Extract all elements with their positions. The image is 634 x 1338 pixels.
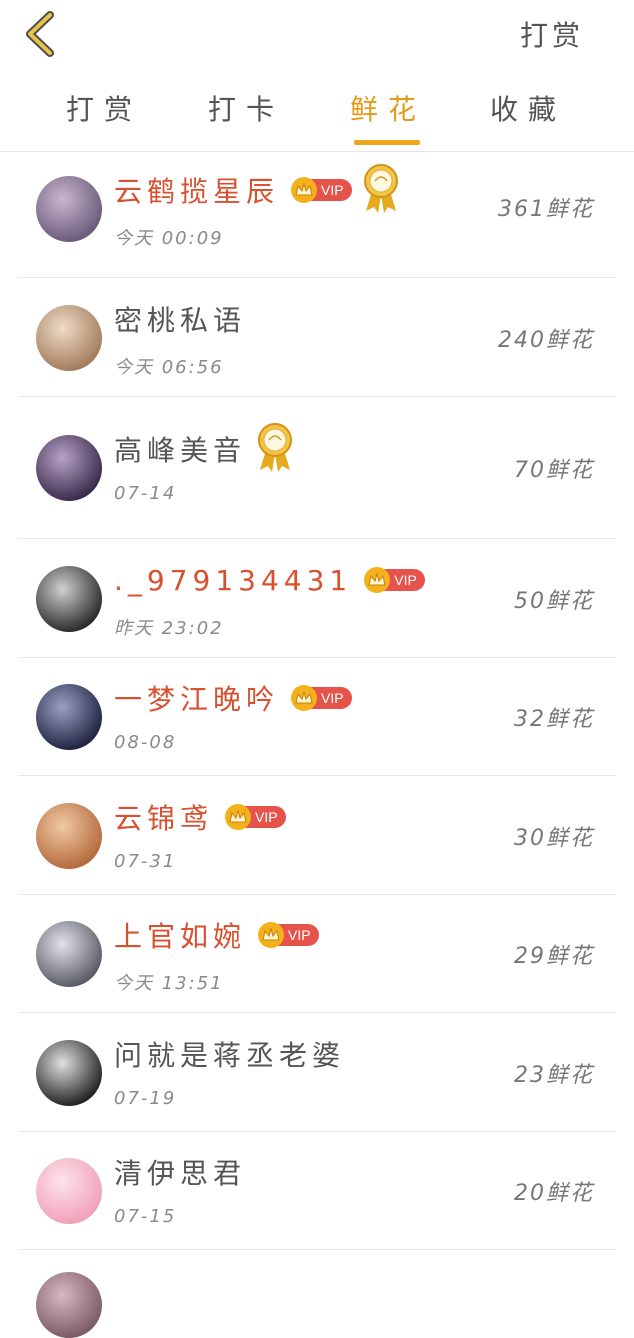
avatar[interactable] (36, 1040, 102, 1106)
list-item[interactable]: 一梦江晚吟 VIP 08-08 32鲜花 (18, 658, 616, 776)
avatar[interactable] (36, 803, 102, 869)
user-name[interactable]: ._979134431 (114, 564, 352, 597)
list-item[interactable]: 问就是蒋丞老婆 07-19 23鲜花 (18, 1013, 616, 1132)
flower-count: 32鲜花 (514, 707, 594, 732)
user-name[interactable]: 云鹤揽星辰 (114, 170, 279, 210)
user-name[interactable]: 云锦鸢 (114, 797, 213, 837)
vip-badge: VIP (225, 804, 286, 830)
back-button[interactable] (20, 10, 64, 58)
list-item[interactable] (18, 1250, 616, 1338)
crown-icon (225, 804, 252, 830)
flower-count: 50鲜花 (514, 589, 594, 614)
user-name-line: 云鹤揽星辰 VIP (114, 164, 400, 213)
vip-badge: VIP (291, 177, 352, 203)
user-name[interactable]: 问就是蒋丞老婆 (114, 1034, 345, 1074)
reward-action-button[interactable]: 打赏 (520, 14, 584, 54)
tab-favorites[interactable]: 收藏 (468, 88, 588, 148)
list-item[interactable]: 密桃私语今天 06:56 240鲜花 (18, 278, 616, 397)
timestamp: 08-08 (114, 732, 177, 753)
crown-icon (291, 177, 318, 203)
avatar[interactable] (36, 176, 102, 242)
vip-badge: VIP (364, 567, 425, 593)
list-item[interactable]: 清伊思君 07-15 20鲜花 (18, 1132, 616, 1250)
user-name[interactable]: 一梦江晚吟 (114, 678, 279, 718)
avatar[interactable] (36, 566, 102, 632)
timestamp: 今天 13:51 (114, 973, 224, 994)
user-name[interactable]: 密桃私语 (114, 299, 246, 339)
user-name-line: 上官如婉 VIP (114, 915, 319, 955)
flower-count: 30鲜花 (514, 826, 594, 851)
list-item[interactable]: 高峰美音 07-14 70鲜花 (18, 397, 616, 539)
user-name-line: ._979134431 VIP (114, 560, 425, 600)
user-name[interactable]: 清伊思君 (114, 1152, 246, 1192)
chevron-left-icon (26, 11, 54, 57)
list-item[interactable]: 云鹤揽星辰 VIP 今天 00:09 361鲜花 (18, 152, 616, 278)
vip-badge: VIP (291, 685, 352, 711)
flower-count: 20鲜花 (514, 1181, 594, 1206)
list-item[interactable]: ._979134431 VIP 昨天 23:02 50鲜花 (18, 539, 616, 658)
list-item[interactable]: 上官如婉 VIP 今天 13:51 29鲜花 (18, 895, 616, 1013)
avatar[interactable] (36, 1158, 102, 1224)
user-name-line: 清伊思君 (114, 1152, 246, 1192)
flower-count: 23鲜花 (514, 1063, 594, 1088)
flower-count: 240鲜花 (498, 328, 594, 353)
timestamp: 昨天 23:02 (114, 618, 224, 639)
user-name-line: 云锦鸢 VIP (114, 797, 286, 837)
tab-flowers[interactable]: 鲜花 (328, 88, 448, 148)
avatar[interactable] (36, 921, 102, 987)
list-item[interactable]: 云锦鸢 VIP 07-31 30鲜花 (18, 776, 616, 895)
level-medal-icon (256, 422, 294, 476)
level-medal-icon (362, 163, 400, 217)
timestamp: 07-19 (114, 1088, 177, 1109)
tab-checkin[interactable]: 打卡 (186, 88, 306, 148)
flower-count: 361鲜花 (498, 197, 594, 222)
user-name[interactable]: 高峰美音 (114, 429, 246, 469)
avatar[interactable] (36, 684, 102, 750)
user-name-line: 一梦江晚吟 VIP (114, 678, 352, 718)
avatar[interactable] (36, 305, 102, 371)
avatar[interactable] (36, 1272, 102, 1338)
user-name[interactable]: 上官如婉 (114, 915, 246, 955)
tab-bar: 打赏 打卡 鲜花 收藏 (0, 88, 634, 148)
timestamp: 今天 06:56 (114, 357, 224, 378)
active-tab-indicator (354, 140, 420, 145)
flower-count: 29鲜花 (514, 944, 594, 969)
user-name-line: 密桃私语 (114, 299, 246, 339)
timestamp: 今天 00:09 (114, 228, 224, 249)
flower-count: 70鲜花 (514, 458, 594, 483)
crown-icon (258, 922, 285, 948)
user-name-line: 高峰美音 (114, 423, 294, 472)
avatar[interactable] (36, 435, 102, 501)
tab-reward[interactable]: 打赏 (44, 88, 164, 148)
timestamp: 07-15 (114, 1206, 177, 1227)
timestamp: 07-31 (114, 851, 177, 872)
user-name-line: 问就是蒋丞老婆 (114, 1034, 345, 1074)
crown-icon (291, 685, 318, 711)
timestamp: 07-14 (114, 483, 177, 504)
vip-badge: VIP (258, 922, 319, 948)
top-bar: 打赏 打赏 打卡 鲜花 收藏 (0, 0, 634, 152)
